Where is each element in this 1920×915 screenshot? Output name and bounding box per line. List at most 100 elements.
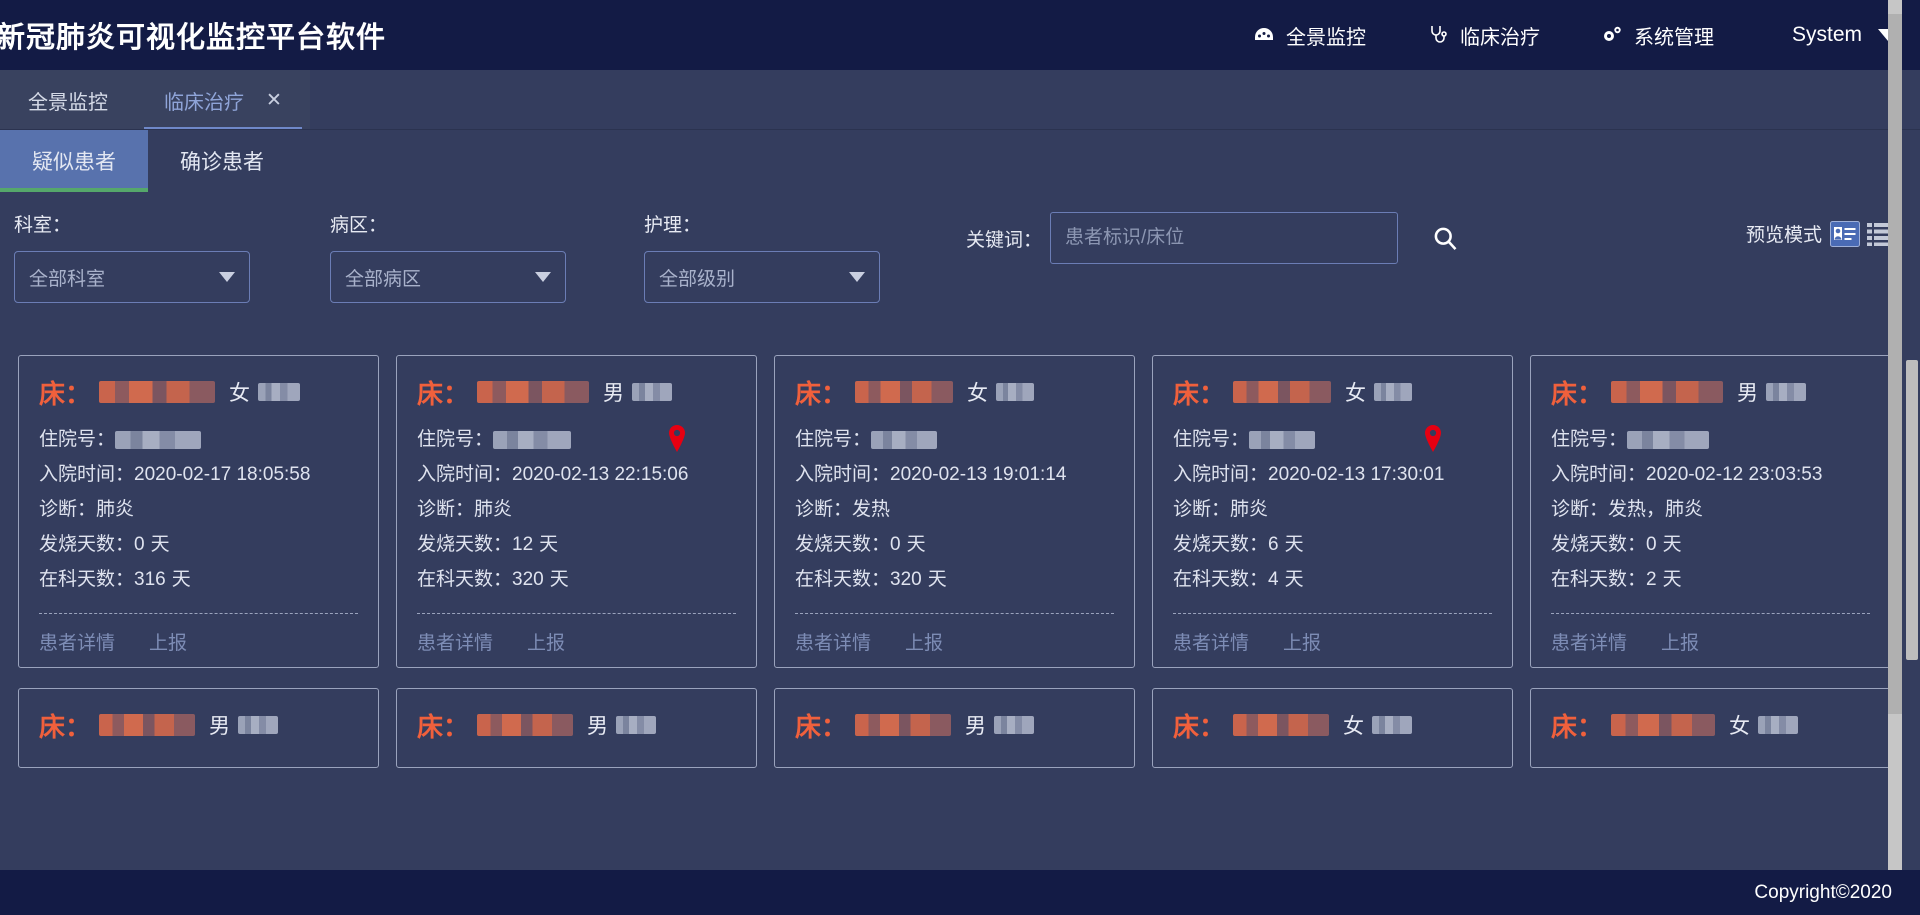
subtab-confirmed[interactable]: 确诊患者 [148,130,296,192]
fever-days-value: 0 [890,534,901,555]
filter-nursing-label: 护理： [644,215,702,236]
bed-label: 床： [795,711,848,742]
sub-tab-bar: 疑似患者 确诊患者 [0,130,1920,192]
dept-days-label: 在科天数： [417,569,513,590]
admission-no-label: 住院号： [795,429,872,450]
patient-gender: 女 [229,377,301,407]
dept-days-row: 在科天数： 320 天 [417,562,736,597]
admission-no-redacted [1249,430,1316,449]
card-actions: 患者详情 上报 [795,614,1114,655]
patient-card[interactable]: 床： 男 [396,688,757,768]
bed-number-redacted [855,714,952,736]
close-icon[interactable]: ✕ [266,91,282,110]
patient-card[interactable]: 床： 女 住院号： 入院时间： 2020-02-13 17:30:01 诊断： … [1152,355,1513,668]
subtab-label: 确诊患者 [180,151,264,174]
page-scrollbar-thumb[interactable] [1888,14,1902,714]
bed-number-redacted [477,381,590,403]
card-header-row: 床： 女 [1173,705,1492,745]
report-link[interactable]: 上报 [1661,628,1699,655]
patient-card[interactable]: 床： 男 [774,688,1135,768]
patient-gender: 女 [1345,377,1413,407]
patient-card-grid: 床： 女 住院号： 入院时间： 2020-02-17 18:05:58 诊断： … [0,355,1920,768]
diagnosis-row: 诊断： 发热 [795,492,1114,527]
admit-time-label: 入院时间： [1551,464,1647,485]
gender-text: 女 [1343,715,1365,738]
bed-number-redacted [99,381,216,403]
patient-card[interactable]: 床： 男 住院号： 入院时间： 2020-02-13 22:15:06 诊断： … [396,355,757,668]
patient-card[interactable]: 床： 男 [18,688,379,768]
report-link[interactable]: 上报 [527,628,565,655]
age-redacted [632,383,673,401]
day-unit: 天 [171,569,191,590]
patient-card-area[interactable]: 床： 女 住院号： 入院时间： 2020-02-17 18:05:58 诊断： … [0,355,1920,870]
user-menu[interactable]: System [1792,23,1898,47]
patient-card[interactable]: 床： 男 住院号： 入院时间： 2020-02-12 23:03:53 诊断： … [1530,355,1891,668]
department-select[interactable]: 全部科室 [14,251,250,303]
patient-detail-link[interactable]: 患者详情 [39,628,115,655]
card-header-row: 床： 男 [417,372,736,412]
content-scrollbar-thumb[interactable] [1906,360,1918,660]
gender-text: 男 [209,715,231,738]
card-header-row: 床： 女 [1551,705,1870,745]
day-unit: 天 [1284,534,1304,555]
nav-item-label: 临床治疗 [1459,26,1540,49]
fever-days-label: 发烧天数： [1173,534,1269,555]
card-header-row: 床： 男 [1551,372,1870,412]
content-scrollbar-track[interactable] [1904,130,1920,870]
diagnosis-value: 发热，肺炎 [1608,499,1704,520]
patient-detail-link[interactable]: 患者详情 [417,628,493,655]
report-link[interactable]: 上报 [905,628,943,655]
patient-card[interactable]: 床： 女 [1530,688,1891,768]
fever-days-label: 发烧天数： [39,534,135,555]
bed-number-redacted [1233,381,1332,403]
report-link[interactable]: 上报 [149,628,187,655]
diagnosis-label: 诊断： [417,499,475,520]
day-unit: 天 [1284,569,1304,590]
fever-days-row: 发烧天数： 0 天 [1551,527,1870,562]
age-redacted [994,716,1035,734]
patient-card[interactable]: 床： 女 [1152,688,1513,768]
day-unit: 天 [549,569,569,590]
ward-select[interactable]: 全部病区 [330,251,566,303]
filter-ward: 病区： 全部病区 [330,210,566,303]
search-icon[interactable] [1428,221,1462,255]
subtab-suspected[interactable]: 疑似患者 [0,130,148,192]
card-header-row: 床： 女 [39,372,358,412]
nav-item-clinical[interactable]: 临床治疗 [1426,21,1540,50]
preview-mode-label: 预览模式 [1745,225,1822,246]
tab-clinical[interactable]: 临床治疗 ✕ [136,70,310,130]
dept-days-label: 在科天数： [1551,569,1647,590]
card-view-icon[interactable] [1830,220,1860,247]
admit-time-value: 2020-02-17 18:05:58 [134,464,311,485]
patient-detail-link[interactable]: 患者详情 [1173,628,1249,655]
chevron-down-icon [849,272,865,282]
dept-days-row: 在科天数： 4 天 [1173,562,1492,597]
nav-item-panorama[interactable]: 全景监控 [1252,21,1366,50]
report-link[interactable]: 上报 [1283,628,1321,655]
app-header: 新冠肺炎可视化监控平台软件 全景监控 临床治疗 系统管理 System [0,0,1920,70]
admit-time-row: 入院时间： 2020-02-13 19:01:14 [795,457,1114,492]
nav-item-label: 全景监控 [1285,26,1366,49]
admit-time-value: 2020-02-13 19:01:14 [890,464,1067,485]
age-redacted [1374,383,1413,401]
patient-gender: 男 [587,710,657,740]
nav-item-system-manage[interactable]: 系统管理 [1600,21,1714,50]
gender-text: 女 [967,382,989,405]
dept-days-label: 在科天数： [39,569,135,590]
search-input[interactable] [1050,212,1399,264]
location-pin-icon[interactable] [1422,424,1444,454]
dept-days-label: 在科天数： [1173,569,1269,590]
gender-text: 女 [229,382,251,405]
admit-time-value: 2020-02-12 23:03:53 [1646,464,1823,485]
fever-days-value: 0 [1646,534,1657,555]
nursing-select[interactable]: 全部级别 [644,251,880,303]
tab-panorama[interactable]: 全景监控 [0,70,136,130]
bed-label: 床： [39,378,92,409]
admission-no-row: 住院号： [795,422,1114,457]
location-pin-icon[interactable] [666,424,688,454]
patient-card[interactable]: 床： 女 住院号： 入院时间： 2020-02-17 18:05:58 诊断： … [18,355,379,668]
patient-detail-link[interactable]: 患者详情 [795,628,871,655]
patient-card[interactable]: 床： 女 住院号： 入院时间： 2020-02-13 19:01:14 诊断： … [774,355,1135,668]
patient-gender: 男 [965,710,1035,740]
patient-detail-link[interactable]: 患者详情 [1551,628,1627,655]
